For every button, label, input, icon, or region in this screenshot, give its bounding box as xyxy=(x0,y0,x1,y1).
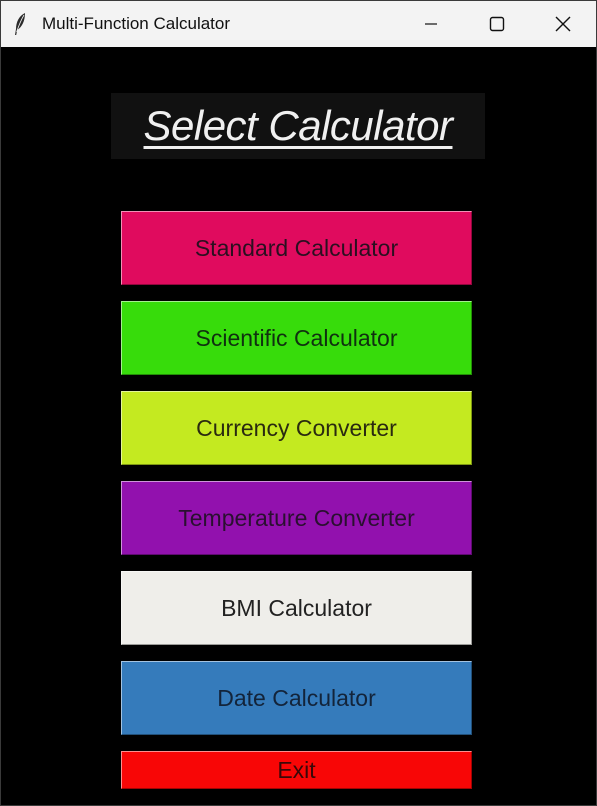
button-label: Temperature Converter xyxy=(178,504,415,531)
window-controls xyxy=(398,1,596,47)
exit-label: Exit xyxy=(277,756,316,783)
minimize-icon[interactable] xyxy=(398,1,464,47)
main-content: Select Calculator Standard Calculator Sc… xyxy=(1,47,596,805)
button-label: Standard Calculator xyxy=(194,234,399,261)
scientific-calculator-button[interactable]: Scientific Calculator xyxy=(121,301,472,375)
exit-button[interactable]: Exit xyxy=(121,751,472,789)
button-label: BMI Calculator xyxy=(221,594,372,621)
close-icon[interactable] xyxy=(530,1,596,47)
app-window: Multi-Function Calculator Select Calcula… xyxy=(0,0,597,806)
button-label: Scientific Calculator xyxy=(195,324,398,351)
heading-panel: Select Calculator xyxy=(111,93,485,159)
maximize-icon[interactable] xyxy=(464,1,530,47)
standard-calculator-button[interactable]: Standard Calculator xyxy=(121,211,472,285)
date-calculator-button[interactable]: Date Calculator xyxy=(121,661,472,735)
temperature-converter-button[interactable]: Temperature Converter xyxy=(121,481,472,555)
button-label: Currency Converter xyxy=(196,414,397,441)
currency-converter-button[interactable]: Currency Converter xyxy=(121,391,472,465)
feather-icon xyxy=(10,12,30,36)
window-title: Multi-Function Calculator xyxy=(42,14,231,33)
bmi-calculator-button[interactable]: BMI Calculator xyxy=(121,571,472,645)
page-title: Select Calculator xyxy=(143,102,453,149)
title-bar[interactable]: Multi-Function Calculator xyxy=(1,1,596,47)
button-label: Date Calculator xyxy=(217,684,376,711)
